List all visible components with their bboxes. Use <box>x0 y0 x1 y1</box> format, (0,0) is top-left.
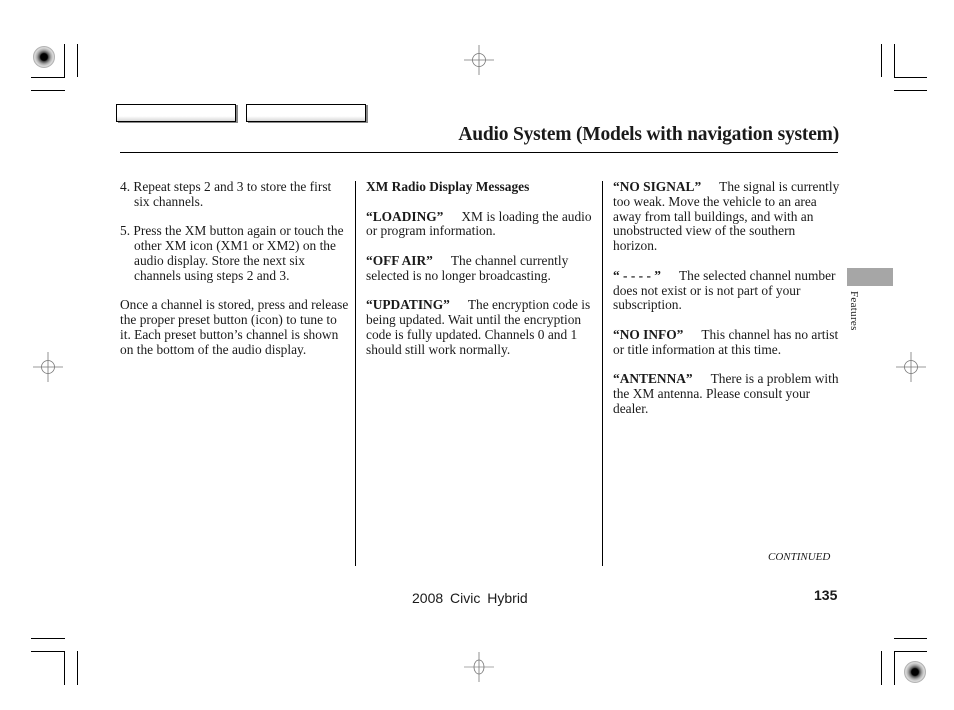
section-tab-label: Features <box>848 291 860 331</box>
title-rule <box>120 152 838 153</box>
registration-target-icon <box>33 46 55 68</box>
crosshair-icon <box>896 352 926 382</box>
message-term: “UPDATING” <box>366 297 450 313</box>
crop-mark <box>31 638 65 639</box>
column-left: 4. Repeat steps 2 and 3 to store the fir… <box>120 179 350 372</box>
column-right: “NO SIGNAL” The signal is currently too w… <box>613 179 841 432</box>
section-tab-marker <box>847 268 893 286</box>
page-title: Audio System (Models with navigation sys… <box>458 124 839 145</box>
header-tab-box <box>246 104 366 122</box>
step-item: 4. Repeat steps 2 and 3 to store the fir… <box>120 179 350 210</box>
message-term: “LOADING” <box>366 208 444 224</box>
footer-model: 2008 Civic Hybrid <box>412 590 528 606</box>
message-item: “ - - - - ” The selected channel number d… <box>613 267 841 313</box>
message-item: “OFF AIR” The channel currently selected … <box>366 252 594 284</box>
step-item: 5. Press the XM button again or touch th… <box>120 223 350 283</box>
crosshair-icon <box>464 45 494 75</box>
crop-mark <box>64 44 65 78</box>
crop-mark <box>894 638 927 639</box>
crop-mark <box>894 44 895 78</box>
header-tab-box <box>116 104 236 122</box>
continued-label: CONTINUED <box>768 551 831 563</box>
step-text: Press the XM button again or touch the o… <box>133 223 344 283</box>
message-term: “NO INFO” <box>613 326 684 342</box>
body-paragraph: Once a channel is stored, press and rele… <box>120 297 349 357</box>
message-term: “OFF AIR” <box>366 252 433 268</box>
crop-mark <box>77 651 78 685</box>
registration-target-icon <box>904 661 926 683</box>
message-term: “NO SIGNAL” <box>613 179 702 194</box>
message-item: “NO INFO” This channel has no artist or t… <box>613 326 841 358</box>
message-item: “NO SIGNAL” The signal is currently too w… <box>613 179 841 254</box>
crop-mark <box>894 90 927 91</box>
section-heading: XM Radio Display Messages <box>366 179 530 194</box>
page-number: 135 <box>814 587 838 603</box>
crop-mark <box>77 44 78 77</box>
message-item: “UPDATING” The encryption code is being u… <box>366 297 594 357</box>
crop-mark <box>31 90 65 91</box>
step-number: 5. <box>120 223 131 239</box>
message-item: “LOADING” XM is loading the audio or prog… <box>366 208 594 240</box>
crop-mark <box>881 651 882 685</box>
crop-mark <box>64 651 65 685</box>
crop-mark <box>894 651 895 685</box>
message-item: “ANTENNA” There is a problem with the XM … <box>613 371 841 416</box>
step-text: Repeat steps 2 and 3 to store the first … <box>133 179 332 209</box>
column-divider <box>355 181 356 566</box>
column-divider <box>602 181 603 566</box>
column-middle: XM Radio Display Messages “LOADING” XM is… <box>366 179 594 372</box>
crosshair-icon <box>464 652 494 682</box>
crop-mark <box>894 651 927 652</box>
crosshair-icon <box>33 352 63 382</box>
crop-mark <box>31 651 65 652</box>
message-term: “ANTENNA” <box>613 371 693 387</box>
step-number: 4. <box>120 179 131 194</box>
crop-mark <box>881 44 882 77</box>
crop-mark <box>894 77 927 78</box>
message-term: “ - - - - ” <box>613 267 661 283</box>
crop-mark <box>31 77 65 78</box>
